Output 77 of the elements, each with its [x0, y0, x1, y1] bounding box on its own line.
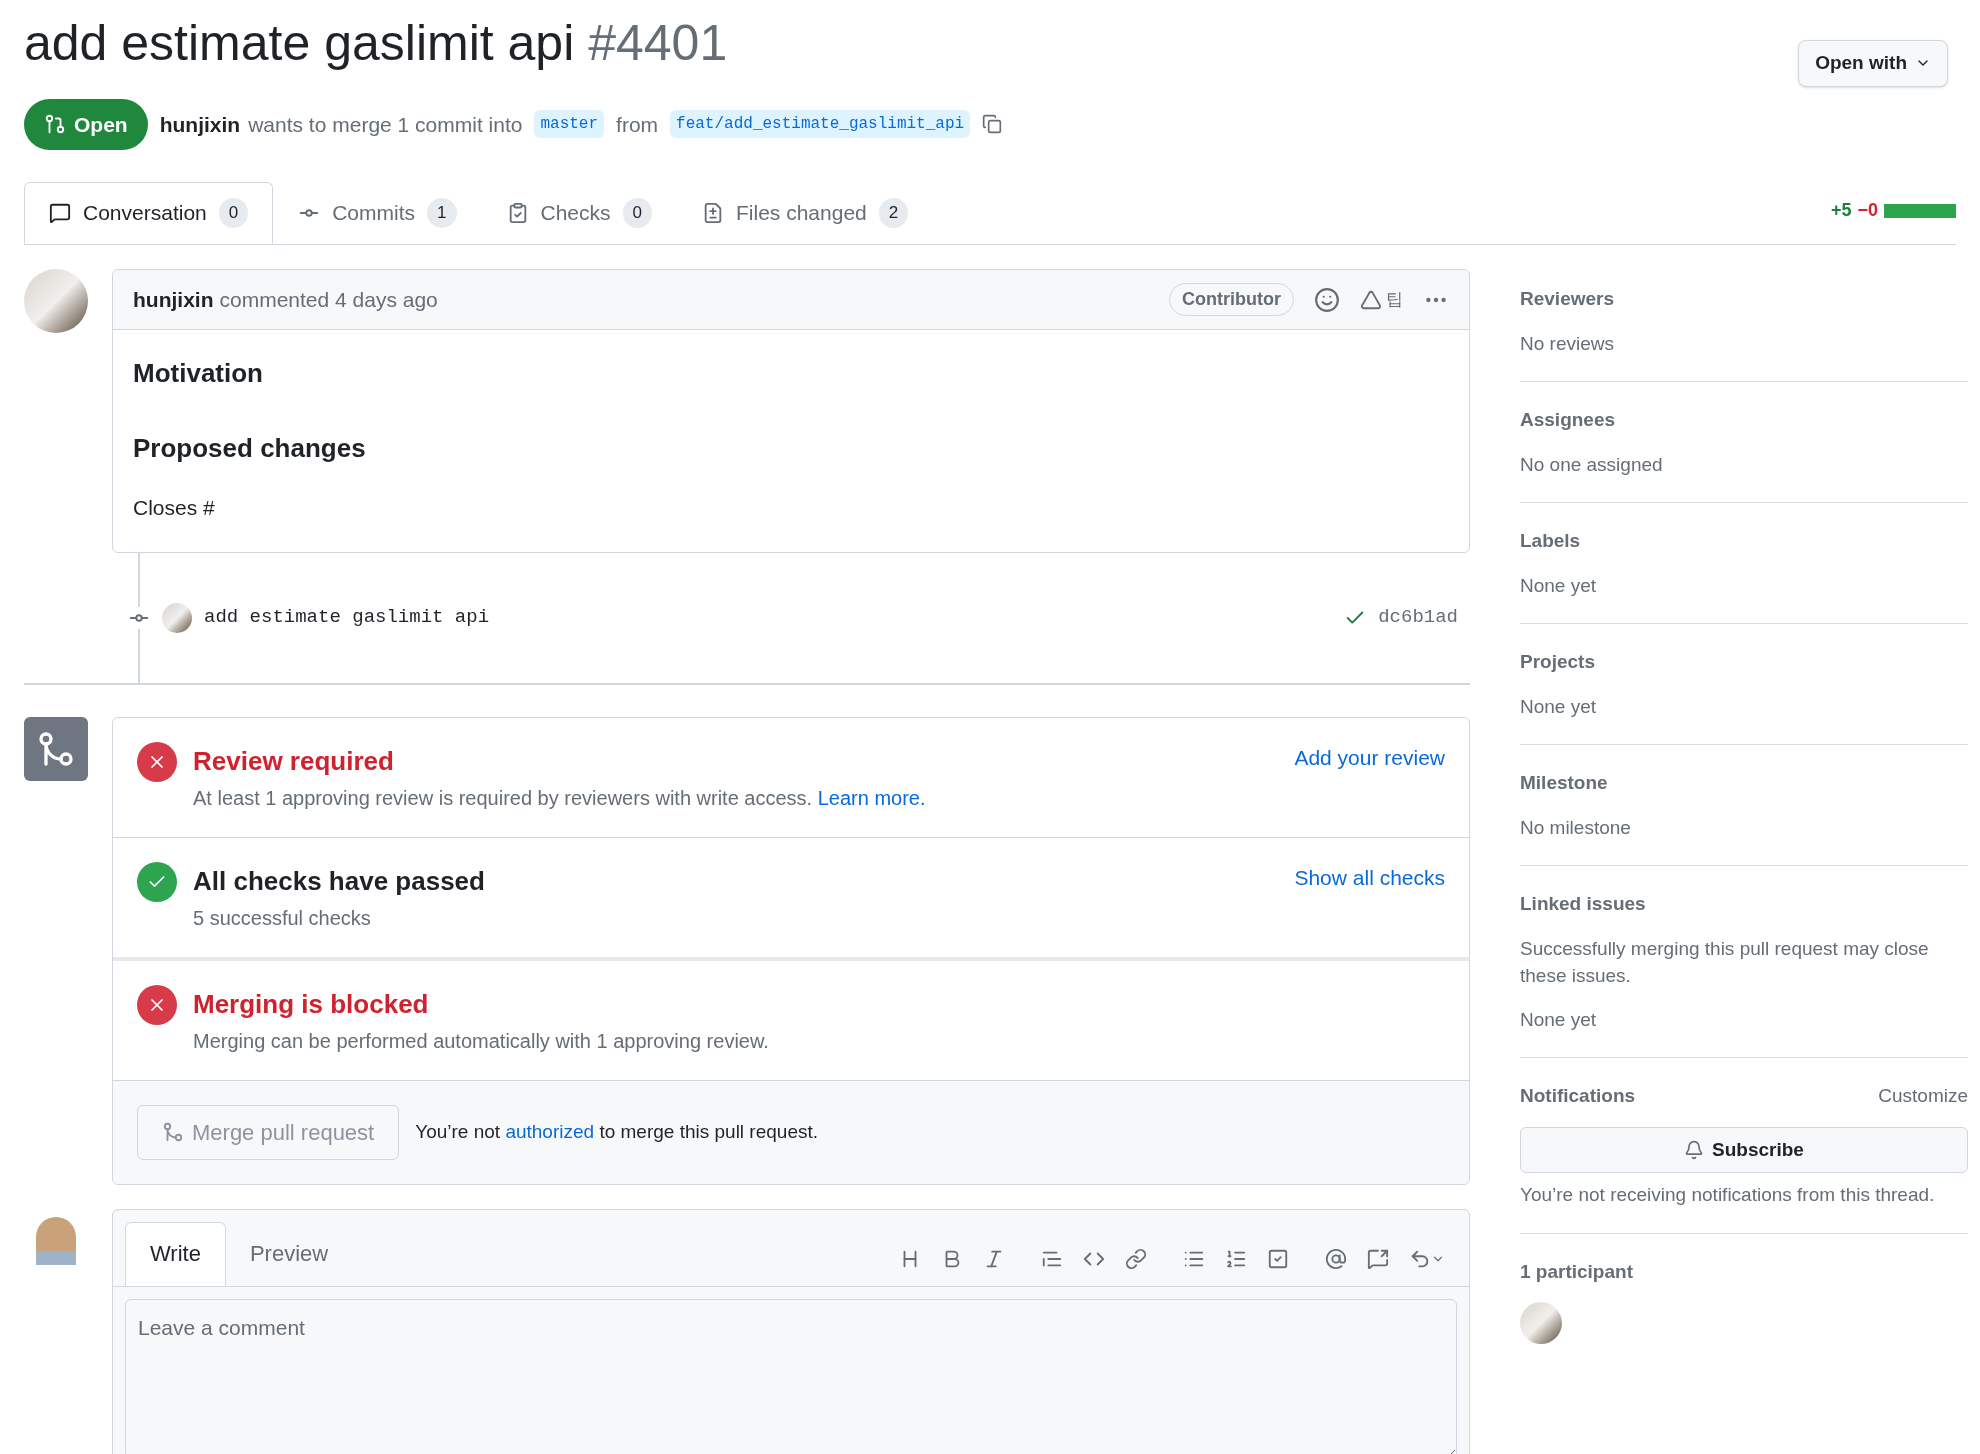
- merge-item-title: Review required: [193, 744, 395, 778]
- commit-message[interactable]: add estimate gaslimit api: [204, 603, 1333, 632]
- comment-body: Closes #: [133, 495, 216, 521]
- tab[interactable]: Files changed 2: [677, 182, 934, 244]
- merge-action-link[interactable]: Show all checks: [1294, 861, 1445, 893]
- author-link[interactable]: hunjixin: [159, 108, 241, 140]
- task-list-icon[interactable]: [1267, 1247, 1289, 1270]
- pull-request-icon: [44, 113, 66, 136]
- merge-item-text: At least 1 approving review is required by reviewers with write access.: [193, 786, 813, 809]
- copy-icon[interactable]: [982, 114, 1003, 135]
- success-icon: [137, 861, 177, 902]
- merge-note: You’re not authorized to merge this pull request.: [415, 1119, 818, 1144]
- sidebar-heading[interactable]: Projects: [1520, 648, 1968, 677]
- tab-count: 0: [622, 198, 652, 228]
- sidebar-heading[interactable]: Reviewers: [1520, 285, 1968, 314]
- commit-sha[interactable]: dc6b1ad: [1378, 603, 1458, 632]
- sidebar-heading: 1 participant: [1520, 1259, 1634, 1284]
- tab[interactable]: Conversation 0: [24, 182, 274, 244]
- from-label: from: [616, 111, 659, 138]
- extension-label[interactable]: 팁: [1386, 286, 1403, 313]
- sidebar-text: None yet: [1520, 1007, 1598, 1032]
- merge-item-title: All checks have passed: [193, 864, 486, 898]
- merge-item-title: Merging is blocked: [193, 987, 430, 1021]
- bell-icon: [1684, 1140, 1705, 1161]
- commit-avatar: [162, 602, 192, 633]
- comment-heading: Motivation: [133, 357, 264, 390]
- sidebar-heading[interactable]: Milestone: [1520, 769, 1968, 798]
- diffstat-bar: [1884, 203, 1956, 218]
- tab[interactable]: Checks 0: [481, 182, 677, 244]
- sidebar-text: No one assigned: [1520, 452, 1664, 477]
- state-badge: Open: [24, 98, 148, 150]
- sidebar-heading[interactable]: Assignees: [1520, 406, 1968, 435]
- reference-icon[interactable]: [1367, 1247, 1389, 1270]
- sidebar-text: You’re not receiving notifications from this thread.: [1520, 1183, 1936, 1208]
- tab-count: 1: [427, 198, 457, 228]
- triangle-icon[interactable]: [1360, 288, 1382, 311]
- merge-item-text: Merging can be performed automatically with 1 approving review.: [193, 1029, 769, 1052]
- comment-meta: commented 4 days ago: [219, 286, 438, 313]
- failure-icon: [137, 984, 177, 1025]
- deletions-count: −0: [1857, 199, 1878, 222]
- tab[interactable]: Commits 1: [273, 182, 482, 244]
- tab-count: 0: [218, 198, 249, 228]
- authorized-link[interactable]: authorized: [505, 1120, 595, 1142]
- sidebar-text: No milestone: [1520, 815, 1632, 840]
- subscribe-button[interactable]: Subscribe: [1520, 1126, 1968, 1174]
- pr-title: add estimate gaslimit api #4401: [24, 16, 728, 71]
- merge-icon: [162, 1121, 184, 1143]
- open-with-button[interactable]: Open with: [1798, 40, 1948, 87]
- emoji-icon[interactable]: [1314, 286, 1340, 313]
- sidebar-heading[interactable]: Linked issues: [1520, 890, 1968, 919]
- editor-tab[interactable]: Write: [125, 1221, 226, 1286]
- merge-summary: wants to merge 1 commit into: [248, 111, 523, 138]
- comment-heading: Proposed changes: [133, 432, 367, 465]
- tab-icon: [49, 202, 71, 224]
- sidebar-text: None yet: [1520, 573, 1598, 598]
- participant-avatar: [1520, 1302, 1562, 1345]
- link-icon[interactable]: [1125, 1247, 1147, 1270]
- editor-tab[interactable]: Preview: [225, 1221, 353, 1286]
- sidebar-heading: Notifications: [1520, 1084, 1636, 1109]
- failure-icon: [137, 741, 177, 782]
- head-branch[interactable]: feat/add_estimate_gaslimit_api: [670, 110, 971, 139]
- tab-count: 2: [878, 198, 909, 228]
- tab-icon: [702, 202, 724, 224]
- merge-action-link[interactable]: Add your review: [1294, 741, 1445, 773]
- comment-field[interactable]: Leave a comment: [125, 1298, 1457, 1454]
- base-branch[interactable]: master: [534, 110, 605, 139]
- additions-count: +5: [1830, 199, 1852, 222]
- mention-icon[interactable]: [1325, 1247, 1347, 1270]
- customize-link[interactable]: Customize: [1878, 1082, 1968, 1111]
- sidebar-text: Successfully merging this pull request may close these issues.: [1520, 936, 1930, 989]
- learn-more-link[interactable]: Learn more.: [817, 786, 926, 809]
- sidebar-text: None yet: [1520, 694, 1598, 719]
- merge-status-icon: [24, 716, 88, 781]
- comment-author[interactable]: hunjixin: [133, 283, 214, 316]
- sidebar-heading[interactable]: Labels: [1520, 527, 1968, 556]
- sidebar-text: No reviews: [1520, 331, 1615, 356]
- merge-item-text: 5 successful checks: [193, 906, 371, 929]
